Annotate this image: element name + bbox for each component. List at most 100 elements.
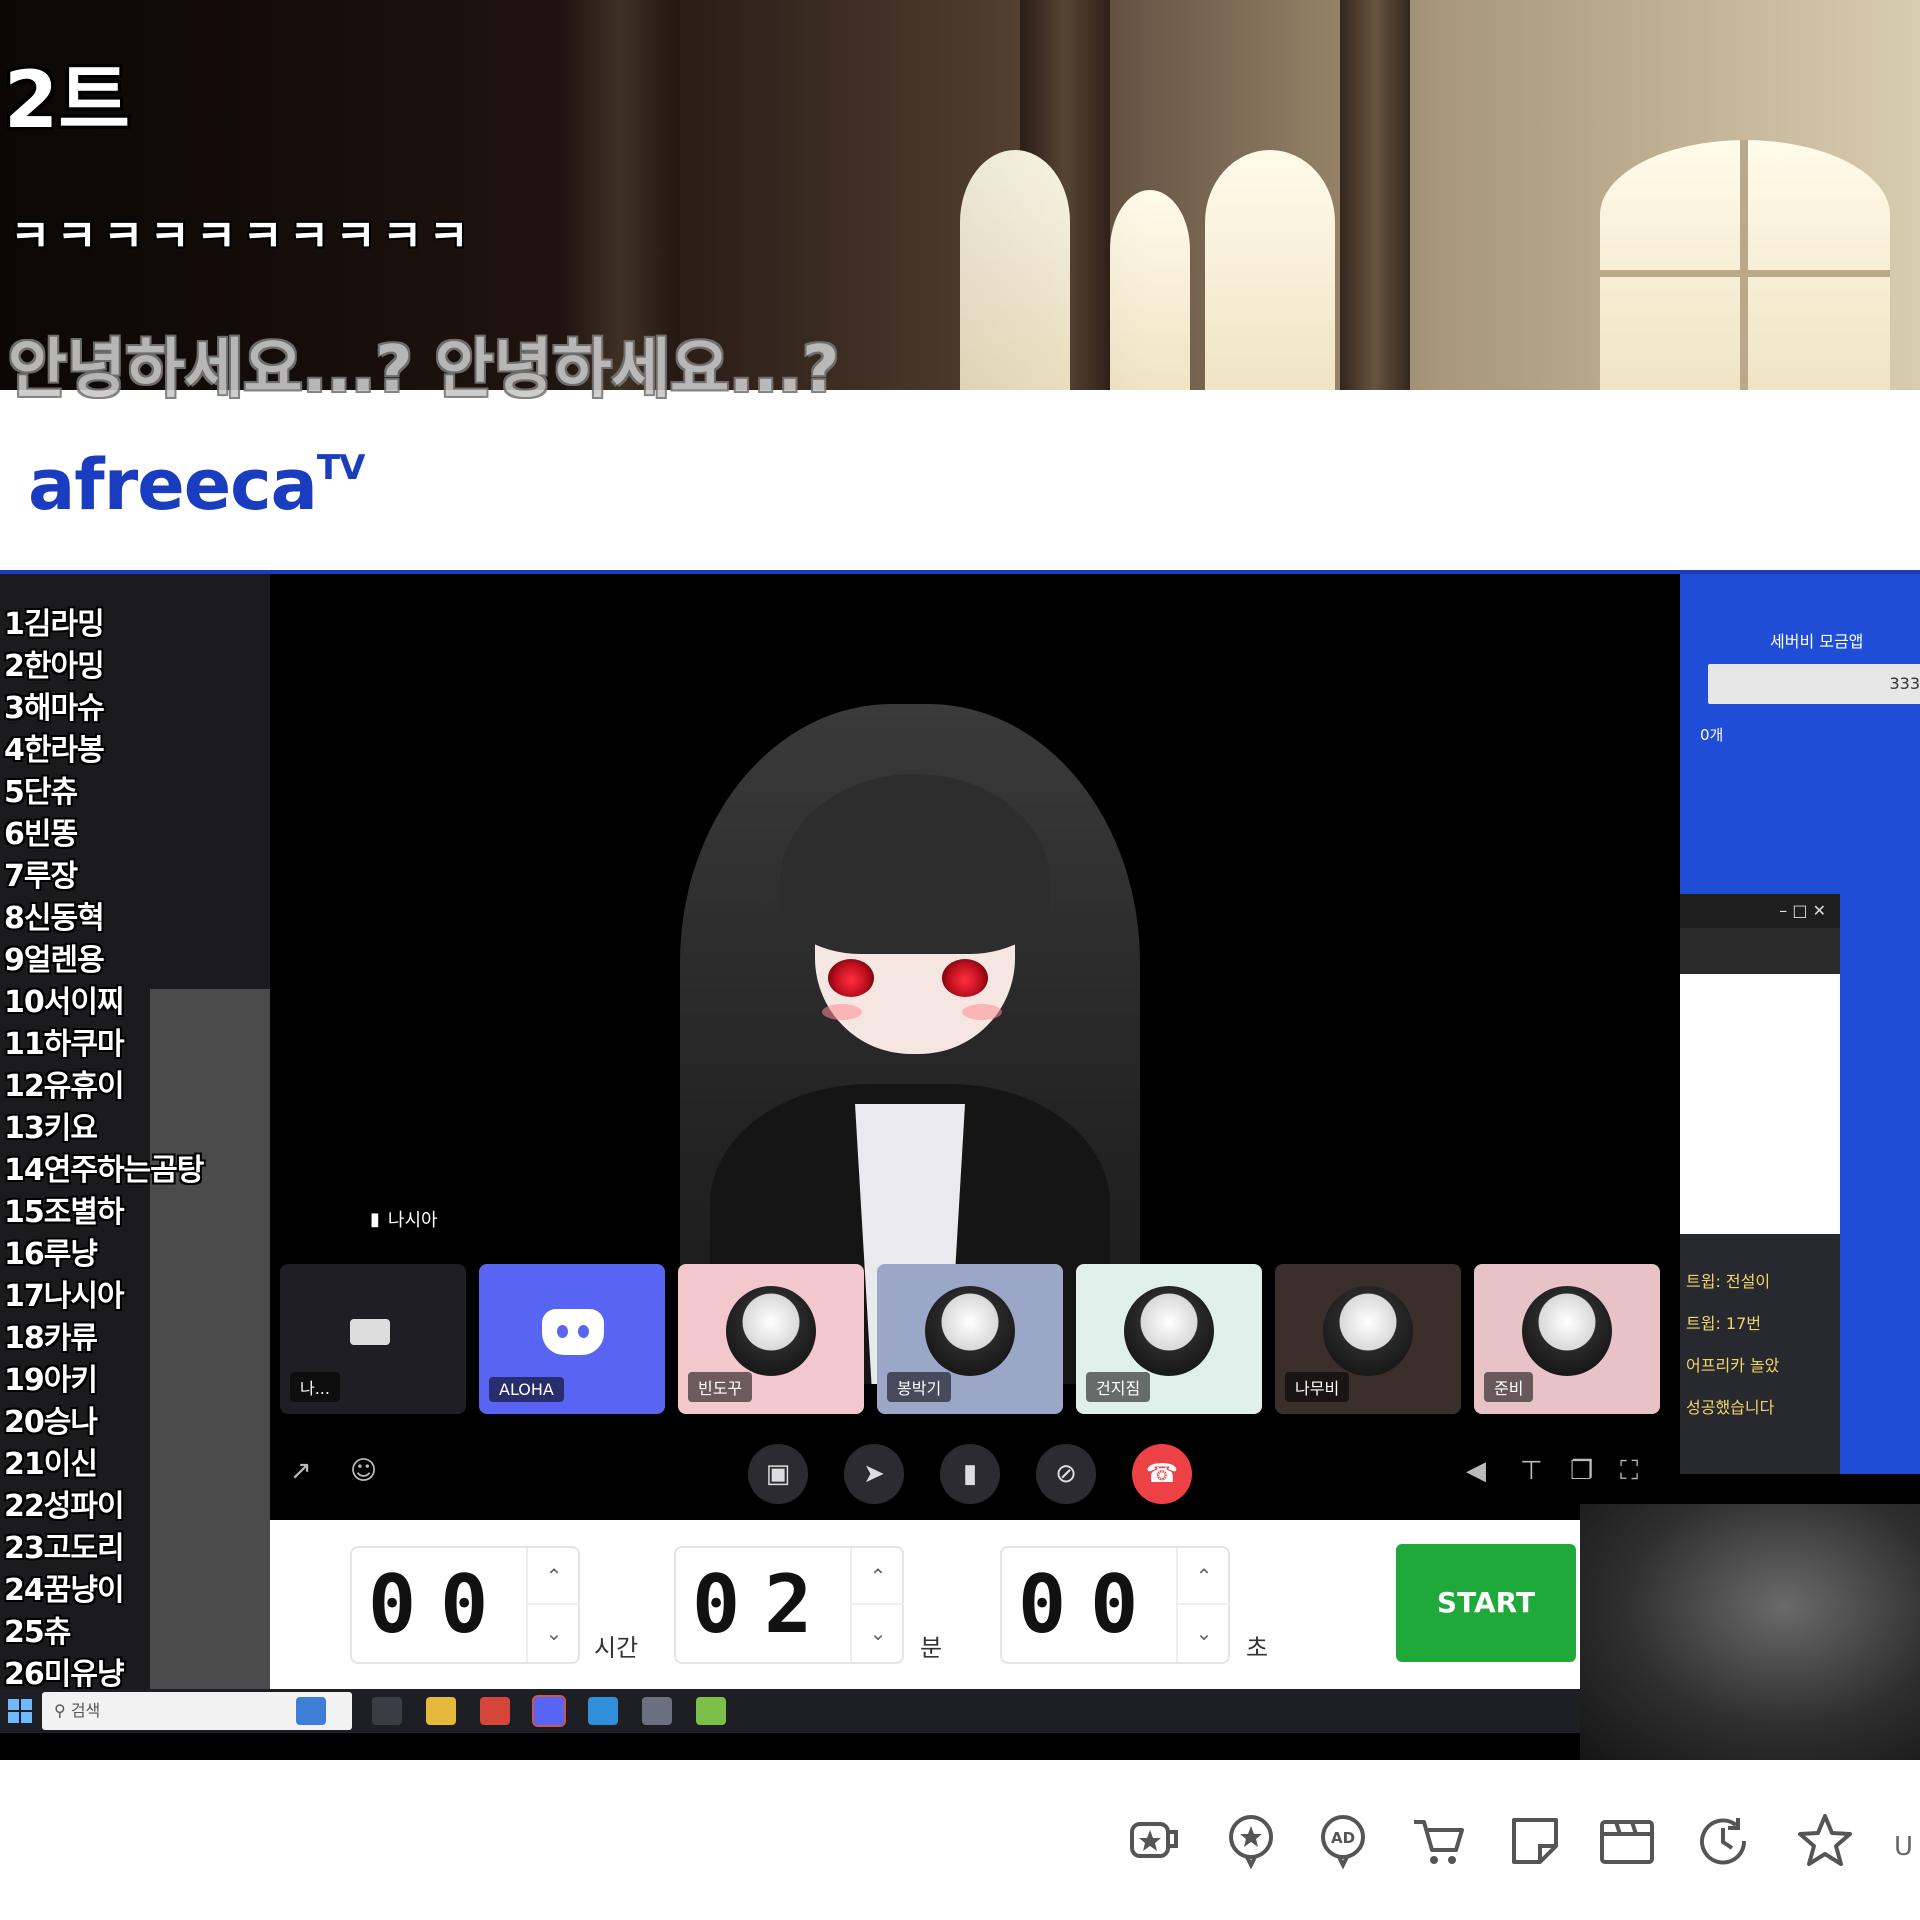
star-gift-icon[interactable] xyxy=(1126,1812,1184,1870)
favorite-star-icon[interactable] xyxy=(1796,1812,1854,1870)
countdown-timer: 00 ⌃ ⌄ 시간 02 ⌃ ⌄ 분 00 ⌃ ⌄ 초 START xyxy=(270,1520,1580,1689)
paint-icon[interactable] xyxy=(696,1697,726,1725)
seconds-field[interactable]: 00 ⌃ ⌄ xyxy=(1000,1546,1230,1664)
chat-bubble-icon: ▮ xyxy=(370,1208,380,1230)
participant-tile[interactable]: 나... xyxy=(280,1264,466,1414)
logo-text: afreeca xyxy=(28,444,318,526)
participant-name: 나무비 xyxy=(1285,1372,1350,1402)
clapper-icon[interactable] xyxy=(1598,1812,1656,1870)
hangup-icon[interactable]: ☎ xyxy=(1132,1444,1192,1504)
weather-icon[interactable] xyxy=(296,1697,326,1725)
emoji-icon[interactable]: ☺ xyxy=(350,1456,377,1486)
seconds-value: 00 xyxy=(1018,1558,1163,1651)
ranking-item: 16루냥 xyxy=(4,1237,98,1272)
ranking-item: 21이신 xyxy=(4,1447,98,1482)
overlay-chat-line: ㅋㅋㅋㅋㅋㅋㅋㅋㅋㅋ xyxy=(10,211,475,262)
ranking-item: 8신동혁 xyxy=(4,901,105,936)
hours-up-arrow-icon[interactable]: ⌃ xyxy=(528,1548,580,1605)
hours-value: 00 xyxy=(368,1558,513,1651)
ranking-item: 9얼렌용 xyxy=(4,943,105,978)
chat-line: 어프리카 놀았 xyxy=(1686,1356,1780,1375)
overlay-chat-line: 2트 xyxy=(4,56,131,146)
app-icon[interactable] xyxy=(642,1697,672,1725)
minutes-up-arrow-icon[interactable]: ⌃ xyxy=(852,1548,904,1605)
rocket-icon[interactable]: ➤ xyxy=(844,1444,904,1504)
participant-tiles: 나... ALOHA 빈도꾸 봉박기 건지짐 나무비 준비 xyxy=(280,1264,1670,1414)
donation-field[interactable]: 333 xyxy=(1708,664,1920,704)
minutes-field[interactable]: 02 ⌃ ⌄ xyxy=(674,1546,904,1664)
donation-count: 0개 xyxy=(1700,726,1724,744)
windows-start-icon[interactable] xyxy=(8,1699,32,1723)
ranking-item: 6빈똥 xyxy=(4,817,78,852)
seconds-up-arrow-icon[interactable]: ⌃ xyxy=(1178,1548,1230,1605)
call-controls: ↗ ☺ ▣ ➤ ▮ ⊘ ☎ ◀ ⊤ ❐ ⛶ xyxy=(270,1434,1680,1514)
edge-icon[interactable] xyxy=(588,1697,618,1725)
volume-icon[interactable]: ◀ xyxy=(1466,1456,1486,1486)
mic-off-icon[interactable]: ⊘ xyxy=(1036,1444,1096,1504)
minutes-down-arrow-icon[interactable]: ⌄ xyxy=(852,1605,904,1662)
star-balloon-icon[interactable] xyxy=(1222,1812,1280,1870)
player-action-bar: AD U xyxy=(0,1760,1920,1920)
ranking-item: 2한아밍 xyxy=(4,649,105,684)
site-header: afreecaTV xyxy=(0,390,1920,574)
browser-toolbar xyxy=(1680,928,1840,974)
start-button[interactable]: START xyxy=(1396,1544,1576,1662)
participant-tile[interactable]: 봉박기 xyxy=(877,1264,1063,1414)
chat-line: 트윕: 17번 xyxy=(1686,1314,1761,1333)
participant-tile[interactable]: 나무비 xyxy=(1275,1264,1461,1414)
windows-taskbar: ⚲ 검색 xyxy=(0,1689,1580,1733)
ranking-item: 3해마슈 xyxy=(4,691,105,726)
hours-unit: 시간 xyxy=(594,1634,639,1662)
search-placeholder: 검색 xyxy=(70,1701,101,1720)
popout-window-icon[interactable]: ❐ xyxy=(1570,1456,1593,1486)
participant-tile[interactable]: 준비 xyxy=(1474,1264,1660,1414)
hours-field[interactable]: 00 ⌃ ⌄ xyxy=(350,1546,580,1664)
pin-icon[interactable]: ⊤ xyxy=(1520,1456,1543,1486)
ranking-item: 23고도리 xyxy=(4,1531,125,1566)
clock-icon[interactable] xyxy=(1694,1812,1752,1870)
overlay-chat-line: 안녕하세요...? 안녕하세요...? xyxy=(8,333,840,407)
participant-name: ALOHA xyxy=(489,1377,564,1402)
ranking-item: 10서이찌 xyxy=(4,985,125,1020)
afreecatv-logo[interactable]: afreecaTV xyxy=(28,444,365,526)
sticker-icon[interactable] xyxy=(1506,1812,1564,1870)
discord-taskbar-icon[interactable] xyxy=(532,1695,566,1727)
task-view-icon[interactable] xyxy=(372,1697,402,1725)
more-label[interactable]: U xyxy=(1894,1832,1913,1862)
cart-icon[interactable] xyxy=(1410,1812,1468,1870)
ranking-item: 17나시아 xyxy=(4,1279,125,1314)
ranking-list: 1김라밍 2한아밍 3해마슈 4한라봉 5단츄 6빈똥 7루장 8신동혁 9얼렌용 10서이찌 11… xyxy=(4,604,269,1696)
fullscreen-icon[interactable]: ⛶ xyxy=(1620,1456,1638,1487)
chat-icon[interactable]: ▮ xyxy=(940,1444,1000,1504)
hours-down-arrow-icon[interactable]: ⌄ xyxy=(528,1605,580,1662)
ad-balloon-icon[interactable]: AD xyxy=(1314,1812,1372,1870)
chat-line: 성공했습니다 xyxy=(1686,1398,1775,1417)
ranking-item: 12유휴이 xyxy=(4,1069,125,1104)
participant-avatar xyxy=(1522,1286,1612,1376)
svg-text:AD: AD xyxy=(1331,1829,1355,1847)
seconds-down-arrow-icon[interactable]: ⌄ xyxy=(1178,1605,1230,1662)
stream-player[interactable]: 1김라밍 2한아밍 3해마슈 4한라봉 5단츄 6빈똥 7루장 8신동혁 9얼렌용 10서이찌 11… xyxy=(0,574,1920,1760)
chrome-icon[interactable] xyxy=(480,1697,510,1725)
ranking-item: 22성파이 xyxy=(4,1489,125,1524)
ranking-item: 5단츄 xyxy=(4,775,78,810)
participant-tile[interactable]: ALOHA xyxy=(479,1264,665,1414)
participant-name: 빈도꾸 xyxy=(688,1372,753,1402)
ranking-item: 7루장 xyxy=(4,859,78,894)
ranking-item: 15조별하 xyxy=(4,1195,125,1230)
minutes-value: 02 xyxy=(692,1558,837,1651)
file-explorer-icon[interactable] xyxy=(426,1697,456,1725)
participant-avatar xyxy=(1124,1286,1214,1376)
screen-share-icon[interactable]: ▣ xyxy=(748,1444,808,1504)
speaking-indicator: ▮ 나시아 xyxy=(370,1206,438,1232)
discord-icon xyxy=(542,1309,604,1355)
window-controls[interactable]: – □ ✕ xyxy=(1680,894,1840,928)
participant-tile[interactable]: 빈도꾸 xyxy=(678,1264,864,1414)
camera-icon xyxy=(350,1319,390,1345)
ranking-item: 11하쿠마 xyxy=(4,1027,125,1062)
popout-icon[interactable]: ↗ xyxy=(290,1456,312,1486)
ranking-item: 20승나 xyxy=(4,1405,98,1440)
discord-call-view: ▮ 나시아 나... ALOHA 빈도꾸 봉박기 건지짐 나무비 준비 ↗ ☺ ▣ ➤ ▮ … xyxy=(270,574,1680,1520)
seconds-unit: 초 xyxy=(1246,1634,1269,1662)
participant-tile[interactable]: 건지짐 xyxy=(1076,1264,1262,1414)
